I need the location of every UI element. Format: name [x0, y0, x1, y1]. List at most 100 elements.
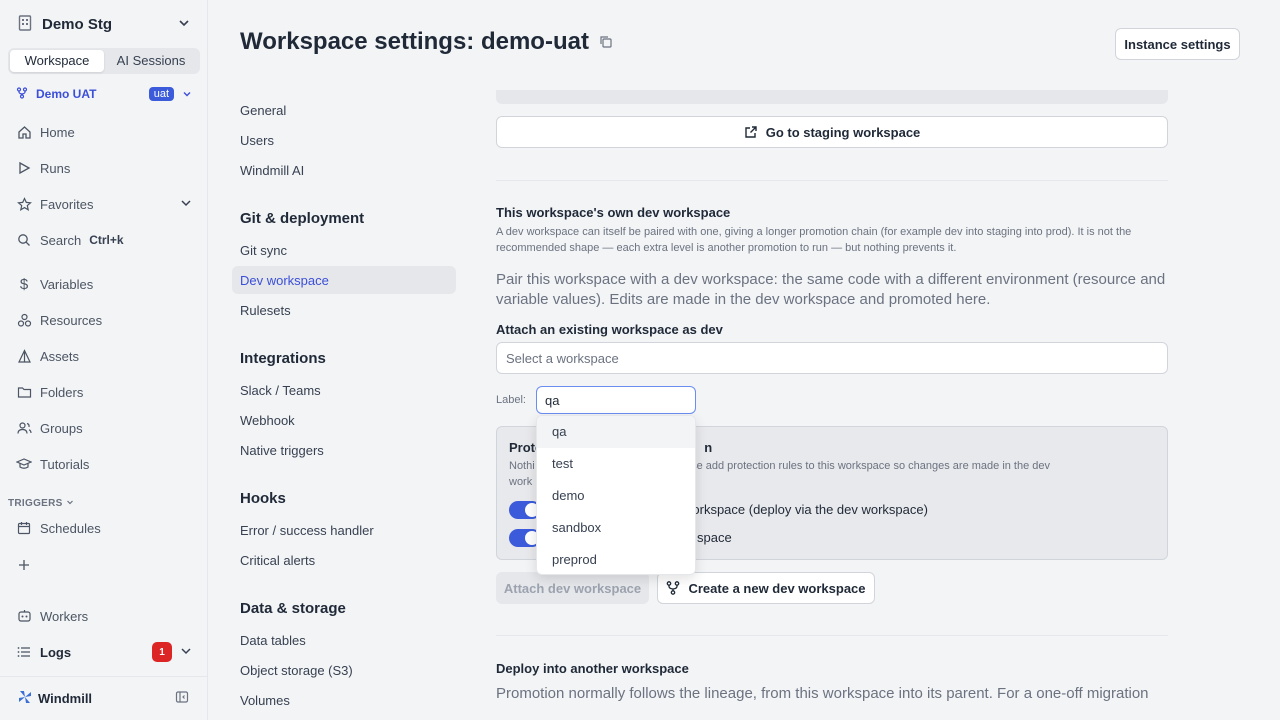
divider [496, 180, 1168, 181]
create-dev-workspace-label: Create a new dev workspace [688, 580, 866, 596]
settings-nav-dev-workspace[interactable]: Dev workspace [232, 266, 456, 294]
calendar-icon [16, 520, 32, 536]
settings-nav-git-sync[interactable]: Git sync [232, 236, 456, 264]
protection-desc-b: : these add protection rules to this wor… [669, 460, 1051, 472]
graduation-cap-icon [16, 456, 32, 472]
sidebar-item-label: Search [40, 232, 82, 248]
chevron-down-icon [180, 197, 192, 212]
sidebar-item-workers[interactable]: Workers [8, 601, 200, 631]
sidebar-item-label: Resources [40, 312, 103, 328]
home-icon [16, 124, 32, 140]
building-icon [18, 14, 32, 34]
settings-nav-section-git: Git & deployment [240, 210, 365, 227]
sidebar-item-label: Schedules [40, 520, 101, 536]
list-icon [16, 644, 32, 660]
sidebar-item-logs[interactable]: Logs 1 [8, 637, 200, 667]
external-link-icon [744, 125, 758, 139]
sidebar-item-label: Groups [40, 420, 83, 436]
create-dev-workspace-button[interactable]: Create a new dev workspace [657, 572, 875, 604]
label-caption: Label: [496, 394, 526, 406]
folder-icon [16, 384, 32, 400]
pair-description: Pair this workspace with a dev workspace… [496, 271, 1166, 308]
sidebar: Demo Stg Workspace AI Sessions Demo UAT … [0, 0, 208, 720]
settings-nav-volumes[interactable]: Volumes [232, 686, 456, 714]
triggers-header-label: TRIGGERS [8, 498, 63, 509]
sidebar-item-runs[interactable]: Runs [8, 153, 200, 183]
sidebar-item-variables[interactable]: $ Variables [8, 269, 200, 299]
plus-icon [16, 557, 32, 573]
sidebar-item-label: Assets [40, 348, 80, 364]
settings-nav-rulesets[interactable]: Rulesets [232, 296, 456, 324]
go-to-staging-button[interactable]: Go to staging workspace [496, 116, 1168, 148]
label-row: Label: [496, 386, 696, 414]
attach-title: Attach an existing workspace as dev [496, 322, 723, 337]
tab-ai-sessions[interactable]: AI Sessions [104, 50, 198, 72]
previous-section-edge [496, 90, 1168, 104]
sidebar-item-label: Workers [40, 608, 89, 624]
chevron-down-icon [182, 87, 192, 102]
dropdown-option[interactable]: test [537, 448, 695, 480]
sidebar-item-search[interactable]: Search Ctrl+k [8, 225, 200, 255]
dropdown-option[interactable]: qa [537, 416, 695, 448]
main-panel: Workspace settings: demo-uat Instance se… [208, 0, 1280, 720]
sidebar-item-folders[interactable]: Folders [8, 377, 200, 407]
divider [496, 635, 1168, 636]
sidebar-item-assets[interactable]: Assets [8, 341, 200, 371]
sidebar-item-schedules[interactable]: Schedules [8, 513, 200, 543]
label-suggestions-dropdown: qa test demo sandbox preprod [536, 415, 696, 575]
chevron-down-icon [66, 498, 74, 509]
own-dev-title: This workspace's own dev workspace [496, 205, 731, 220]
deploy-description: Promotion normally follows the lineage, … [496, 685, 1149, 702]
settings-nav-error-handler[interactable]: Error / success handler [232, 516, 456, 544]
settings-nav-native-triggers[interactable]: Native triggers [232, 436, 456, 464]
dropdown-option[interactable]: sandbox [537, 512, 695, 544]
search-shortcut: Ctrl+k [89, 233, 124, 247]
attach-dev-workspace-button[interactable]: Attach dev workspace [496, 572, 649, 604]
sidebar-item-label: Tutorials [40, 456, 90, 472]
collapse-sidebar-icon[interactable] [175, 690, 189, 707]
sidebar-item-label: Home [40, 124, 75, 140]
dropdown-option[interactable]: preprod [537, 544, 695, 574]
sub-workspace-label: Demo UAT [36, 87, 97, 101]
go-to-staging-label: Go to staging workspace [765, 124, 921, 140]
triggers-header[interactable]: TRIGGERS [8, 498, 74, 509]
tab-workspace[interactable]: Workspace [10, 50, 104, 72]
sidebar-item-favorites[interactable]: Favorites [8, 189, 200, 219]
workspace-switcher[interactable]: Demo Stg [8, 8, 200, 40]
sidebar-item-label: Favorites [40, 196, 94, 212]
sidebar-item-resources[interactable]: Resources [8, 305, 200, 335]
page-title: Workspace settings: demo-uat [240, 28, 613, 56]
settings-nav-slack[interactable]: Slack / Teams [232, 376, 456, 404]
brand-name: Windmill [38, 691, 93, 706]
settings-nav-data-tables[interactable]: Data tables [232, 626, 456, 654]
copy-icon[interactable] [599, 28, 613, 56]
sidebar-item-home[interactable]: Home [8, 117, 200, 147]
own-dev-description: A dev workspace can itself be paired wit… [496, 226, 1132, 254]
add-trigger-button[interactable] [8, 550, 200, 580]
settings-nav-object-storage[interactable]: Object storage (S3) [232, 656, 456, 684]
settings-nav-section-integrations: Integrations [240, 350, 326, 367]
sidebar-item-tutorials[interactable]: Tutorials [8, 449, 200, 479]
boxes-icon [16, 312, 32, 328]
triangle-icon [16, 348, 32, 364]
instance-settings-button[interactable]: Instance settings [1115, 28, 1240, 60]
toggle-workspace-protection-label: space [697, 530, 732, 545]
dropdown-option[interactable]: demo [537, 480, 695, 512]
settings-nav-general[interactable]: General [232, 96, 456, 124]
sidebar-item-groups[interactable]: Groups [8, 413, 200, 443]
chevron-down-icon [178, 17, 190, 32]
workspace-select[interactable]: Select a workspace [496, 342, 1168, 374]
chevron-down-icon [180, 645, 192, 660]
settings-nav-section-hooks: Hooks [240, 490, 286, 507]
sidebar-item-label: Logs [40, 644, 72, 660]
sub-workspace-selector[interactable]: Demo UAT uat [8, 82, 200, 106]
label-input[interactable] [535, 386, 696, 414]
settings-nav-users[interactable]: Users [232, 126, 456, 154]
toggle-deploy-protection-label: workspace (deploy via the dev workspace) [683, 502, 928, 517]
protection-desc-a: Nothi [509, 460, 535, 472]
settings-nav-windmill-ai[interactable]: Windmill AI [232, 156, 456, 184]
search-icon [16, 232, 32, 248]
settings-nav-webhook[interactable]: Webhook [232, 406, 456, 434]
logs-count-badge: 1 [152, 642, 172, 662]
settings-nav-critical-alerts[interactable]: Critical alerts [232, 546, 456, 574]
